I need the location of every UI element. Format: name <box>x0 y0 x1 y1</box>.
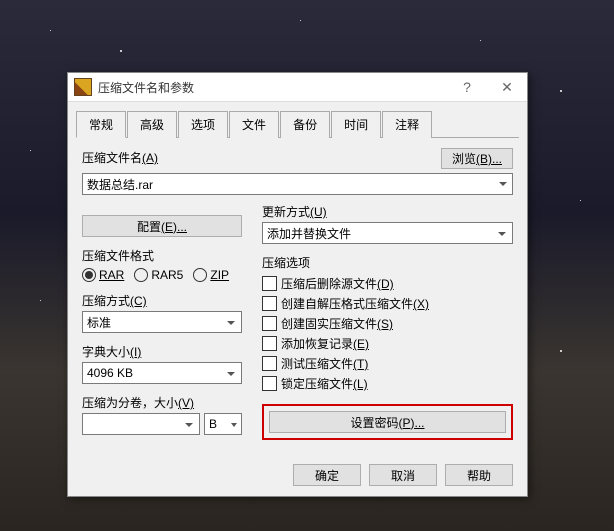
radio-icon <box>82 268 96 282</box>
cb-sfx[interactable]: 创建自解压格式压缩文件(X) <box>262 295 513 312</box>
tab-files[interactable]: 文件 <box>229 111 279 138</box>
archive-name-label: 压缩文件名(A) <box>82 149 158 166</box>
split-label: 压缩为分卷，大小(V) <box>82 394 242 411</box>
split-unit-select[interactable]: B <box>204 413 242 435</box>
tab-general[interactable]: 常规 <box>76 111 126 138</box>
checkbox-icon <box>262 276 277 291</box>
checkbox-icon <box>262 316 277 331</box>
cancel-button[interactable]: 取消 <box>369 464 437 486</box>
checkbox-icon <box>262 336 277 351</box>
update-mode-select[interactable]: 添加并替换文件 <box>262 222 513 244</box>
winrar-icon <box>74 78 92 96</box>
close-button[interactable]: ✕ <box>487 73 527 101</box>
radio-icon <box>134 268 148 282</box>
checkbox-icon <box>262 376 277 391</box>
set-password-button[interactable]: 设置密码(P)... <box>269 411 506 433</box>
checkbox-icon <box>262 356 277 371</box>
profiles-button[interactable]: 配置(E)... <box>82 215 242 237</box>
tab-time[interactable]: 时间 <box>331 111 381 138</box>
radio-icon <box>193 268 207 282</box>
archive-dialog: 压缩文件名和参数 ? ✕ 常规 高级 选项 文件 备份 时间 注释 压缩文件名(… <box>67 72 528 497</box>
help-footer-button[interactable]: 帮助 <box>445 464 513 486</box>
method-label: 压缩方式(C) <box>82 292 242 309</box>
window-title: 压缩文件名和参数 <box>98 79 447 96</box>
dict-label: 字典大小(I) <box>82 343 242 360</box>
tab-advanced[interactable]: 高级 <box>127 111 177 138</box>
help-button[interactable]: ? <box>447 73 487 101</box>
archive-name-input[interactable] <box>82 173 513 195</box>
checkbox-icon <box>262 296 277 311</box>
radio-zip[interactable]: ZIP <box>193 268 229 282</box>
browse-button[interactable]: 浏览(B)... <box>441 148 513 169</box>
cb-solid[interactable]: 创建固实压缩文件(S) <box>262 315 513 332</box>
cb-delete-after[interactable]: 压缩后删除源文件(D) <box>262 275 513 292</box>
tab-options[interactable]: 选项 <box>178 111 228 138</box>
cb-lock[interactable]: 锁定压缩文件(L) <box>262 375 513 392</box>
method-select[interactable]: 标准 <box>82 311 242 333</box>
ok-button[interactable]: 确定 <box>293 464 361 486</box>
split-size-input[interactable] <box>82 413 200 435</box>
cb-test[interactable]: 测试压缩文件(T) <box>262 355 513 372</box>
tab-strip: 常规 高级 选项 文件 备份 时间 注释 <box>76 110 519 138</box>
update-mode-label: 更新方式(U) <box>262 203 513 220</box>
tab-backup[interactable]: 备份 <box>280 111 330 138</box>
options-label: 压缩选项 <box>262 254 513 271</box>
radio-rar[interactable]: RAR <box>82 268 124 282</box>
dict-select[interactable]: 4096 KB <box>82 362 242 384</box>
radio-rar5[interactable]: RAR5 <box>134 268 183 282</box>
cb-recovery[interactable]: 添加恢复记录(E) <box>262 335 513 352</box>
format-label: 压缩文件格式 <box>82 247 242 264</box>
password-highlight: 设置密码(P)... <box>262 404 513 440</box>
tab-comment[interactable]: 注释 <box>382 111 432 138</box>
titlebar: 压缩文件名和参数 ? ✕ <box>68 73 527 102</box>
